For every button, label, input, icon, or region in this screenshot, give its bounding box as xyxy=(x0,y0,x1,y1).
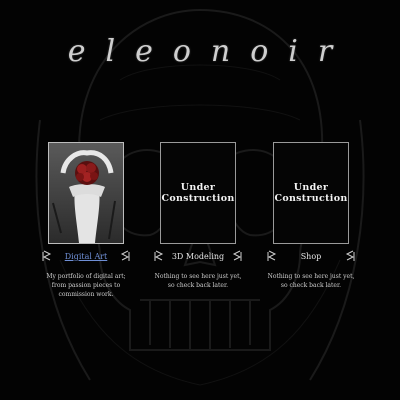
shop-label: Shop xyxy=(300,251,322,261)
digital-art-link[interactable]: Digital Art xyxy=(65,252,108,261)
page: eleonoir Digital Art My portfolio of dig… xyxy=(0,0,400,400)
ornament-icon xyxy=(120,250,130,261)
card-description: Nothing to see here just yet, so check b… xyxy=(267,273,355,289)
ornament-icon xyxy=(42,250,52,261)
card-3d-modeling: Under Construction 3D Modeling Nothing t… xyxy=(154,142,242,290)
ornament-icon xyxy=(345,250,355,261)
ornament-icon xyxy=(232,250,242,261)
card-shop: Under Construction Shop Nothing to see h… xyxy=(267,142,355,290)
digital-art-image xyxy=(49,143,123,243)
under-construction-text: Under Construction xyxy=(274,182,348,204)
card-label-row: 3D Modeling xyxy=(154,248,242,264)
card-description: My portfolio of digital art; from passio… xyxy=(46,273,126,298)
3d-modeling-label: 3D Modeling xyxy=(171,251,225,261)
under-construction-text: Under Construction xyxy=(161,182,235,204)
ornament-icon xyxy=(267,250,277,261)
card-digital-art: Digital Art My portfolio of digital art;… xyxy=(42,142,130,299)
site-title: eleonoir xyxy=(67,34,353,69)
3d-modeling-placeholder: Under Construction xyxy=(160,142,236,244)
digital-art-thumbnail[interactable] xyxy=(48,142,124,244)
card-description: Nothing to see here just yet, so check b… xyxy=(154,273,242,289)
shop-placeholder: Under Construction xyxy=(273,142,349,244)
card-label-row: Digital Art xyxy=(42,248,130,264)
ornament-icon xyxy=(154,250,164,261)
card-label-row: Shop xyxy=(267,248,355,264)
